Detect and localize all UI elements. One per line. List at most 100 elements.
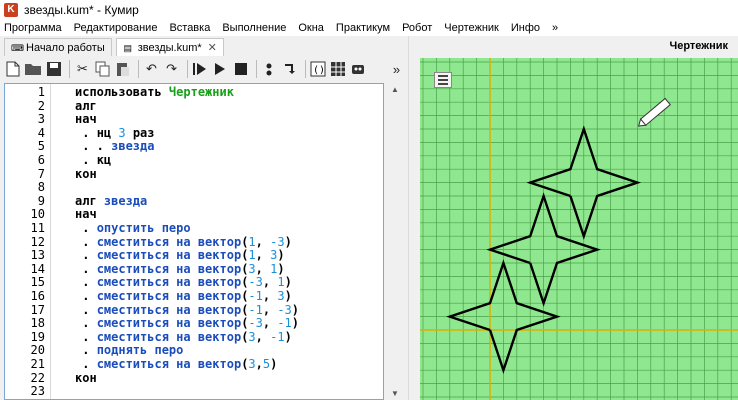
cut-icon[interactable]: ✂: [74, 59, 91, 79]
tab-zvezdy[interactable]: ▤ звезды.kum* ✕: [115, 38, 224, 56]
code-line[interactable]: использовать Чертежник: [75, 85, 234, 100]
step-run-icon[interactable]: [212, 59, 229, 79]
code-line[interactable]: нач: [75, 112, 97, 127]
code-token: ,: [255, 329, 271, 344]
title-bar: K звезды.kum* - Кумир: [0, 0, 738, 20]
code-token: .: [75, 275, 97, 290]
drawer-title: Чертежник: [669, 40, 729, 52]
scroll-down-icon[interactable]: ▼: [391, 389, 399, 398]
code-line[interactable]: . сместиться на вектор(-1, 3): [75, 289, 292, 304]
code-line[interactable]: . сместиться на вектор(-3, 1): [75, 276, 292, 290]
code-token: 3: [248, 357, 256, 371]
close-icon[interactable]: ✕: [208, 41, 217, 54]
menu-item[interactable]: Выполнение: [222, 22, 286, 34]
line-numbers: 1 2 3 4 5 6 7 8 9 10 11 12 13 14 15 16 17 18 19 20 21 22 23: [5, 84, 51, 399]
save-icon[interactable]: [45, 59, 62, 79]
kumir-app-icon: K: [4, 3, 18, 17]
menu-item[interactable]: Робот: [402, 22, 432, 34]
code-line[interactable]: . сместиться на вектор(3, 1): [75, 261, 284, 277]
menu-item[interactable]: Чертежник: [444, 22, 499, 34]
code-token: -1: [270, 329, 285, 344]
code-line[interactable]: . сместиться на вектор(1, 3): [75, 248, 285, 263]
code-token: ): [277, 248, 285, 263]
code-token: 1: [277, 275, 285, 290]
vertical-scrollbar[interactable]: ▲ ▼: [388, 83, 402, 400]
copy-icon[interactable]: [94, 59, 111, 79]
menu-item[interactable]: Вставка: [169, 22, 210, 34]
line-number: 14: [30, 261, 45, 276]
hamburger-menu-icon[interactable]: [434, 72, 452, 88]
open-folder-icon[interactable]: [24, 59, 42, 79]
code-line[interactable]: . сместиться на вектор(-1, -3): [75, 302, 299, 318]
line-number: 5: [37, 139, 45, 154]
code-line[interactable]: . сместиться на вектор(1, -3): [75, 234, 292, 250]
code-token: сместиться на вектор: [96, 234, 242, 249]
line-number: 15: [30, 275, 45, 290]
line-number: 8: [37, 180, 45, 195]
tab-label: звезды.kum*: [137, 41, 202, 54]
code-token: .: [75, 357, 97, 371]
line-number: 13: [30, 248, 45, 263]
menu-item[interactable]: Инфо: [511, 22, 540, 34]
toolbar-separator: [305, 60, 306, 78]
stop-icon[interactable]: [232, 59, 249, 79]
code-token: кон: [75, 166, 97, 181]
paste-icon[interactable]: [114, 59, 131, 79]
scroll-up-icon[interactable]: ▲: [391, 85, 399, 94]
toolbar-overflow[interactable]: »: [388, 59, 405, 79]
code-token: опустить перо: [96, 221, 191, 235]
run-icon[interactable]: [192, 59, 209, 79]
variables-icon[interactable]: (): [310, 59, 327, 79]
undo-icon[interactable]: ↶: [143, 59, 160, 79]
code-line[interactable]: алг: [75, 98, 97, 114]
pane-splitter[interactable]: [408, 36, 418, 400]
code-token: нц: [96, 125, 119, 140]
menu-item[interactable]: »: [552, 22, 558, 34]
code-line[interactable]: . сместиться на вектор(3,5): [75, 357, 278, 372]
code-token: -1: [248, 302, 263, 317]
code-token: ,: [262, 302, 278, 317]
step-into-icon[interactable]: [281, 59, 298, 79]
code-line[interactable]: . нц 3 раз: [75, 125, 154, 141]
menu-item[interactable]: Окна: [298, 22, 324, 34]
code-line[interactable]: кон: [75, 166, 97, 182]
code-line[interactable]: . кц: [75, 153, 111, 168]
redo-icon[interactable]: ↷: [163, 59, 180, 79]
code-token: .: [75, 153, 97, 167]
code-token: 3: [248, 261, 256, 276]
toolbar-separator: [256, 60, 257, 78]
line-number: 12: [30, 234, 45, 249]
line-number: 16: [30, 289, 45, 303]
code-token: ,: [262, 316, 278, 331]
code-token: ): [270, 357, 278, 371]
code-line[interactable]: алг звезда: [75, 194, 147, 209]
menu-item[interactable]: Практикум: [336, 22, 390, 34]
code-editor[interactable]: 1 2 3 4 5 6 7 8 9 10 11 12 13 14 15 16 17 18 19 20 21 22 23 ис…: [4, 83, 384, 400]
tab-start[interactable]: ⌨ Начало работы: [4, 38, 112, 56]
menu-item[interactable]: Программа: [4, 22, 62, 34]
line-number: 11: [30, 221, 45, 235]
code-token: ,: [262, 275, 278, 290]
step-icon[interactable]: [261, 59, 278, 79]
code-token: 3: [277, 289, 285, 303]
code-line[interactable]: . сместиться на вектор(3, -1): [75, 329, 292, 345]
grid-icon[interactable]: [330, 59, 347, 79]
drawer-field[interactable]: [420, 58, 738, 400]
drawer-canvas[interactable]: [420, 58, 738, 400]
code-token: .: [75, 316, 97, 331]
code-token: алг: [75, 98, 97, 113]
code-line[interactable]: кон: [75, 371, 97, 386]
code-line[interactable]: . опустить перо: [75, 221, 191, 236]
code-line[interactable]: нач: [75, 208, 97, 222]
code-token: поднять перо: [96, 343, 184, 358]
code-token: сместиться на вектор: [96, 316, 242, 331]
line-number: 1: [37, 85, 45, 99]
robot-icon[interactable]: [350, 59, 367, 79]
new-file-icon[interactable]: [4, 59, 21, 79]
code-line[interactable]: . поднять перо: [75, 344, 183, 358]
code-line[interactable]: . сместиться на вектор(-3, -1): [75, 316, 299, 331]
file-icon: ▤: [123, 42, 132, 53]
code-token: .: [75, 234, 97, 249]
menu-item[interactable]: Редактирование: [74, 22, 158, 34]
code-line[interactable]: . . звезда: [75, 140, 154, 154]
